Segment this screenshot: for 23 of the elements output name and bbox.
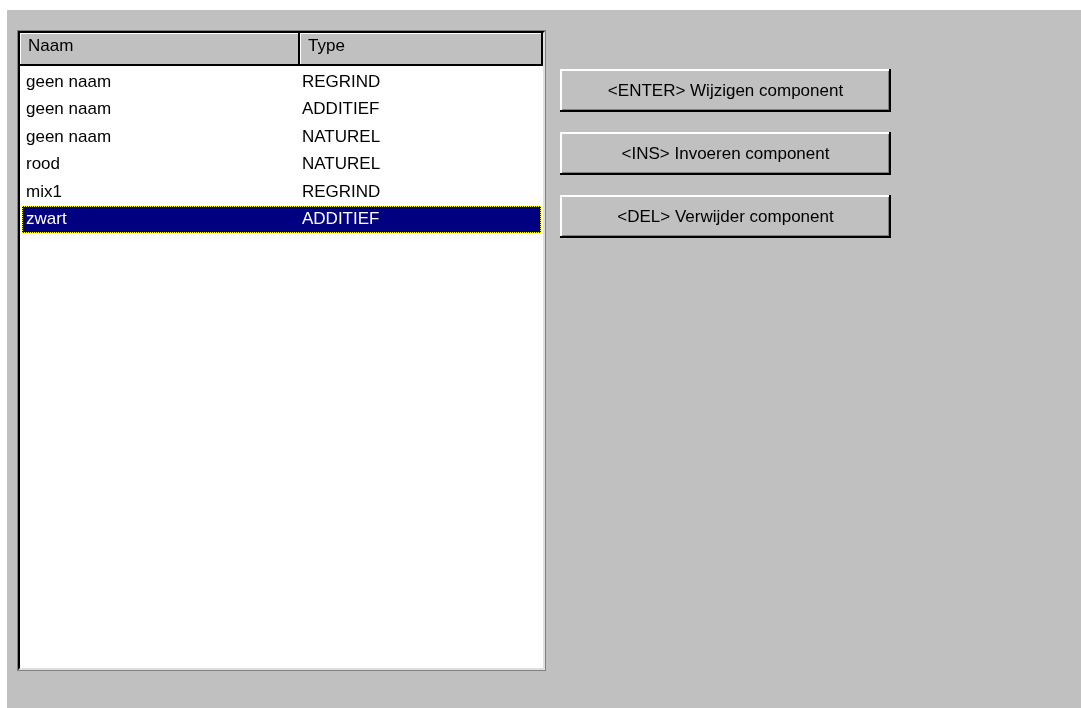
cell-text: geen naam — [25, 71, 113, 92]
cell-text: ADDITIEF — [302, 209, 381, 230]
list-row[interactable]: rood NATUREL — [22, 150, 541, 178]
list-row[interactable]: geen naam REGRIND — [22, 68, 541, 96]
cell-text: NATUREL — [302, 154, 382, 175]
cell-text: zwart — [25, 209, 68, 230]
cell-text: ADDITIEF — [302, 99, 381, 120]
cell-text: mix1 — [25, 181, 63, 202]
list-row[interactable]: geen naam ADDITIEF — [22, 95, 541, 123]
cell-text: NATUREL — [302, 126, 382, 147]
action-button[interactable]: <INS> Invoeren component — [560, 132, 891, 175]
action-button[interactable]: <ENTER> Wijzigen component — [560, 69, 891, 112]
list-row[interactable]: geen naam NATUREL — [22, 123, 541, 151]
cell-text: REGRIND — [302, 71, 382, 92]
cell-text: rood — [25, 154, 62, 175]
list-row[interactable]: mix1 REGRIND — [22, 178, 541, 206]
column-header[interactable]: Naam — [20, 33, 300, 66]
action-button[interactable]: <DEL> Verwijder component — [560, 195, 891, 238]
cell-text: geen naam — [25, 99, 113, 120]
list-row[interactable]: zwart ADDITIEF — [22, 205, 541, 233]
cell-text: REGRIND — [302, 181, 382, 202]
cell-text: geen naam — [25, 126, 113, 147]
column-header[interactable]: Type — [300, 33, 543, 66]
